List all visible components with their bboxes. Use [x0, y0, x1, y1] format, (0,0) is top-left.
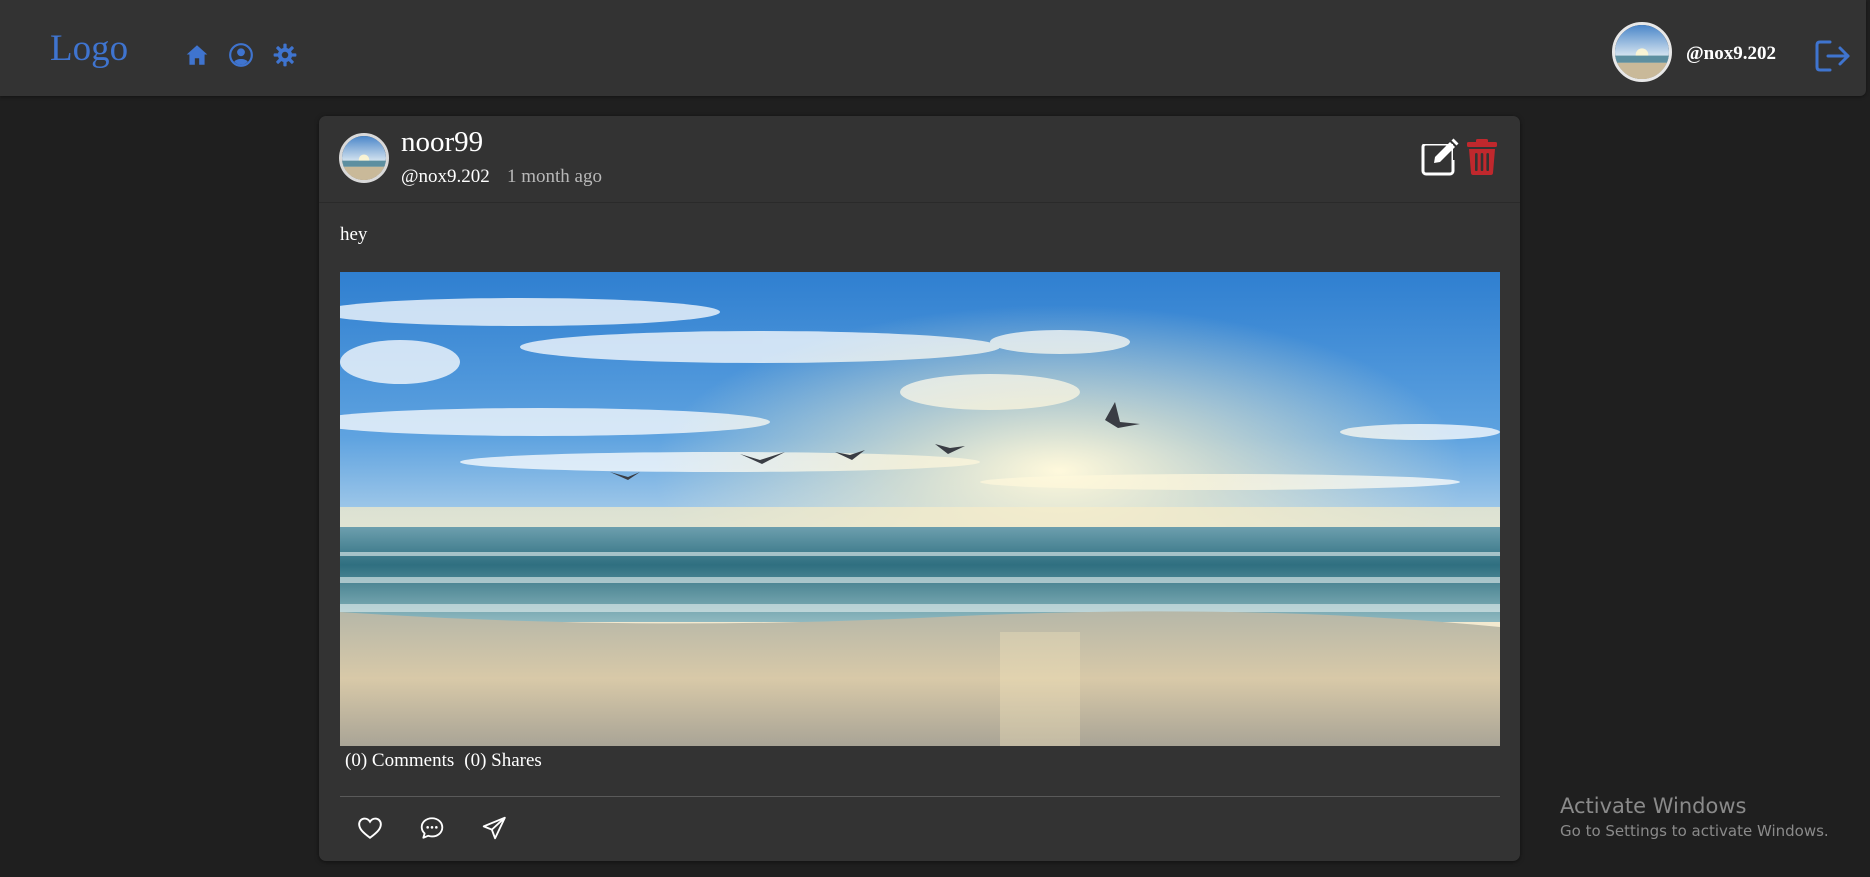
nav-username[interactable]: @nox9.202 [1686, 43, 1776, 65]
avatar[interactable] [1612, 22, 1672, 82]
delete-icon[interactable] [1465, 138, 1499, 176]
top-navbar: Logo @nox9.202 [0, 0, 1866, 96]
post-card: noor99 @nox9.202 1 month ago hey (0) Com… [319, 116, 1520, 861]
watermark-subtitle: Go to Settings to activate Windows. [1560, 822, 1829, 840]
shares-count[interactable]: (0) Shares [464, 750, 542, 772]
post-author-handle[interactable]: @nox9.202 [401, 166, 490, 188]
edit-icon[interactable] [1421, 138, 1459, 176]
post-header: noor99 @nox9.202 1 month ago [319, 116, 1520, 203]
watermark-title: Activate Windows [1560, 794, 1747, 818]
post-author-name[interactable]: noor99 [401, 126, 483, 159]
activate-windows-watermark: Activate Windows Go to Settings to activ… [1560, 794, 1829, 840]
send-icon[interactable] [481, 815, 507, 841]
home-icon[interactable] [182, 40, 212, 70]
post-image[interactable] [340, 272, 1500, 746]
comment-icon[interactable] [419, 815, 445, 841]
post-author-avatar[interactable] [339, 133, 389, 183]
divider [340, 796, 1500, 797]
logo[interactable]: Logo [50, 30, 128, 67]
logout-icon[interactable] [1814, 38, 1854, 74]
post-actions [357, 815, 507, 841]
post-timestamp: 1 month ago [507, 166, 602, 187]
post-stats: (0) Comments (0) Shares [345, 750, 542, 772]
comments-count[interactable]: (0) Comments [345, 750, 454, 772]
heart-icon[interactable] [357, 815, 383, 841]
nav-icons [182, 40, 300, 70]
user-circle-icon[interactable] [226, 40, 256, 70]
post-text: hey [340, 224, 368, 245]
gear-icon[interactable] [270, 40, 300, 70]
